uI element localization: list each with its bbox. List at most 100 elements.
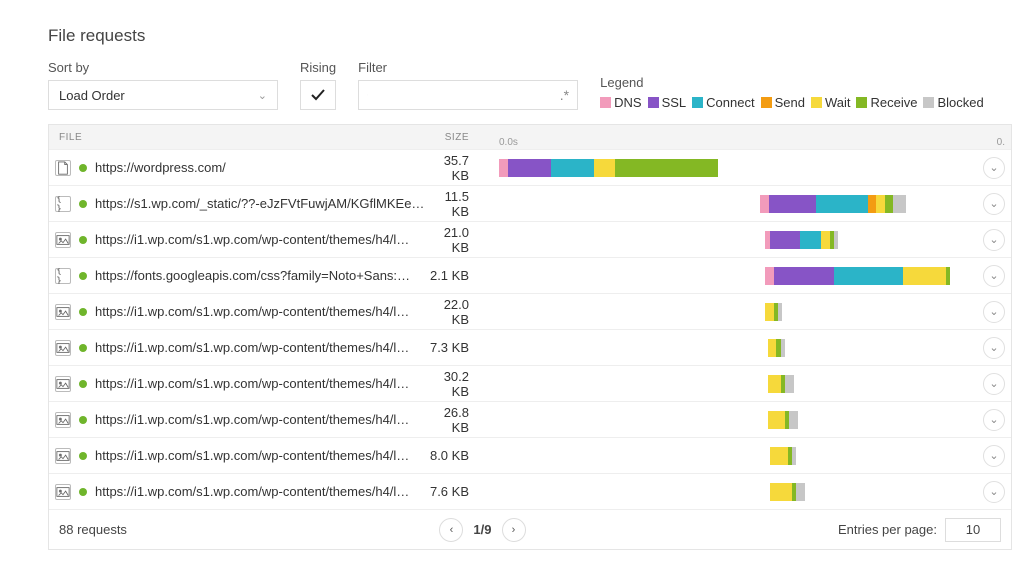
timing-seg: [876, 195, 885, 213]
img-icon: [55, 340, 71, 356]
timeline-cell: ⌄: [499, 222, 1011, 257]
table-row[interactable]: https://i1.wp.com/s1.wp.com/wp-content/t…: [49, 437, 1011, 473]
page-title: File requests: [48, 26, 1012, 46]
table-row[interactable]: { }https://fonts.googleapis.com/css?fami…: [49, 257, 1011, 293]
timeline-cell: ⌄: [499, 402, 1011, 437]
legend-item-receive[interactable]: Receive: [856, 95, 917, 110]
legend-text: Blocked: [937, 95, 983, 110]
chevron-down-icon: ⌄: [989, 485, 998, 498]
timing-bars: [765, 303, 782, 321]
legend-item-connect[interactable]: Connect: [692, 95, 754, 110]
timing-seg: [885, 195, 894, 213]
chevron-down-icon: ⌄: [989, 269, 998, 282]
doc-icon: [55, 160, 71, 176]
request-url: https://i1.wp.com/s1.wp.com/wp-content/t…: [95, 412, 409, 427]
legend-item-send[interactable]: Send: [761, 95, 805, 110]
timing-bars: [499, 159, 718, 177]
request-url: https://i1.wp.com/s1.wp.com/wp-content/t…: [95, 484, 409, 499]
timeline-cell: ⌄: [499, 366, 1011, 401]
table-row[interactable]: https://i1.wp.com/s1.wp.com/wp-content/t…: [49, 473, 1011, 509]
timing-seg: [760, 195, 769, 213]
legend-item-wait[interactable]: Wait: [811, 95, 851, 110]
img-icon: [55, 412, 71, 428]
img-icon: [55, 376, 71, 392]
legend-text: SSL: [662, 95, 687, 110]
timing-seg: [816, 195, 868, 213]
swatch-icon: [600, 97, 611, 108]
expand-row-button[interactable]: ⌄: [983, 193, 1005, 215]
expand-row-button[interactable]: ⌄: [983, 445, 1005, 467]
regex-toggle[interactable]: .*: [560, 87, 569, 103]
timeline-cell: ⌄: [499, 294, 1011, 329]
chevron-down-icon: ⌄: [989, 341, 998, 354]
entries-per-page-input[interactable]: 10: [945, 518, 1001, 542]
timing-seg: [770, 483, 792, 501]
expand-row-button[interactable]: ⌄: [983, 337, 1005, 359]
request-size: 8.0 KB: [429, 448, 499, 463]
col-size[interactable]: SIZE: [429, 132, 499, 143]
timing-bars: [765, 231, 838, 249]
status-dot: [79, 308, 87, 316]
chevron-down-icon: ⌄: [989, 449, 998, 462]
legend-item-dns[interactable]: DNS: [600, 95, 641, 110]
table-row[interactable]: https://i1.wp.com/s1.wp.com/wp-content/t…: [49, 221, 1011, 257]
request-size: 21.0 KB: [429, 225, 499, 255]
table-row[interactable]: https://i1.wp.com/s1.wp.com/wp-content/t…: [49, 329, 1011, 365]
timing-seg: [789, 411, 798, 429]
request-url: https://i1.wp.com/s1.wp.com/wp-content/t…: [95, 232, 409, 247]
swatch-icon: [856, 97, 867, 108]
table-row[interactable]: https://i1.wp.com/s1.wp.com/wp-content/t…: [49, 365, 1011, 401]
timing-seg: [765, 303, 774, 321]
timing-seg: [834, 267, 903, 285]
timing-seg: [946, 267, 950, 285]
swatch-icon: [923, 97, 934, 108]
table-row[interactable]: { }https://s1.wp.com/_static/??-eJzFVtFu…: [49, 185, 1011, 221]
sort-select[interactable]: Load Order ⌄: [48, 80, 278, 110]
timing-seg: [781, 339, 785, 357]
chevron-down-icon: ⌄: [989, 305, 998, 318]
timing-seg: [594, 159, 616, 177]
request-size: 7.6 KB: [429, 484, 499, 499]
request-url: https://i1.wp.com/s1.wp.com/wp-content/t…: [95, 304, 409, 319]
rising-label: Rising: [300, 60, 336, 75]
col-file[interactable]: FILE: [49, 132, 429, 143]
expand-row-button[interactable]: ⌄: [983, 373, 1005, 395]
img-icon: [55, 448, 71, 464]
pager: ‹ 1/9 ›: [127, 518, 838, 542]
request-url: https://wordpress.com/: [95, 160, 226, 175]
table-row[interactable]: https://i1.wp.com/s1.wp.com/wp-content/t…: [49, 293, 1011, 329]
sort-label: Sort by: [48, 60, 278, 75]
expand-row-button[interactable]: ⌄: [983, 229, 1005, 251]
entries-per-page-label: Entries per page:: [838, 522, 937, 537]
prev-page-button[interactable]: ‹: [439, 518, 463, 542]
status-dot: [79, 344, 87, 352]
chevron-down-icon: ⌄: [989, 233, 998, 246]
timing-seg: [785, 375, 794, 393]
request-size: 7.3 KB: [429, 340, 499, 355]
table-row[interactable]: https://i1.wp.com/s1.wp.com/wp-content/t…: [49, 401, 1011, 437]
table-row[interactable]: https://wordpress.com/35.7 KB⌄: [49, 149, 1011, 185]
timing-seg: [821, 231, 830, 249]
timing-seg: [551, 159, 594, 177]
next-page-button[interactable]: ›: [502, 518, 526, 542]
filter-input[interactable]: [374, 87, 554, 104]
legend-item-blocked[interactable]: Blocked: [923, 95, 983, 110]
expand-row-button[interactable]: ⌄: [983, 409, 1005, 431]
legend-text: DNS: [614, 95, 641, 110]
expand-row-button[interactable]: ⌄: [983, 157, 1005, 179]
controls-bar: Sort by Load Order ⌄ Rising Filter .* Le…: [48, 60, 1012, 110]
swatch-icon: [811, 97, 822, 108]
timing-bars: [768, 375, 794, 393]
expand-row-button[interactable]: ⌄: [983, 265, 1005, 287]
legend-item-ssl[interactable]: SSL: [648, 95, 687, 110]
expand-row-button[interactable]: ⌄: [983, 481, 1005, 503]
request-url: https://s1.wp.com/_static/??-eJzFVtFuwjA…: [95, 196, 424, 211]
rising-toggle[interactable]: [300, 80, 336, 110]
timing-seg: [774, 267, 834, 285]
filter-label: Filter: [358, 60, 578, 75]
timing-seg: [778, 303, 782, 321]
chevron-down-icon: ⌄: [258, 89, 267, 102]
request-url: https://i1.wp.com/s1.wp.com/wp-content/t…: [95, 448, 409, 463]
sort-value: Load Order: [59, 88, 125, 103]
expand-row-button[interactable]: ⌄: [983, 301, 1005, 323]
